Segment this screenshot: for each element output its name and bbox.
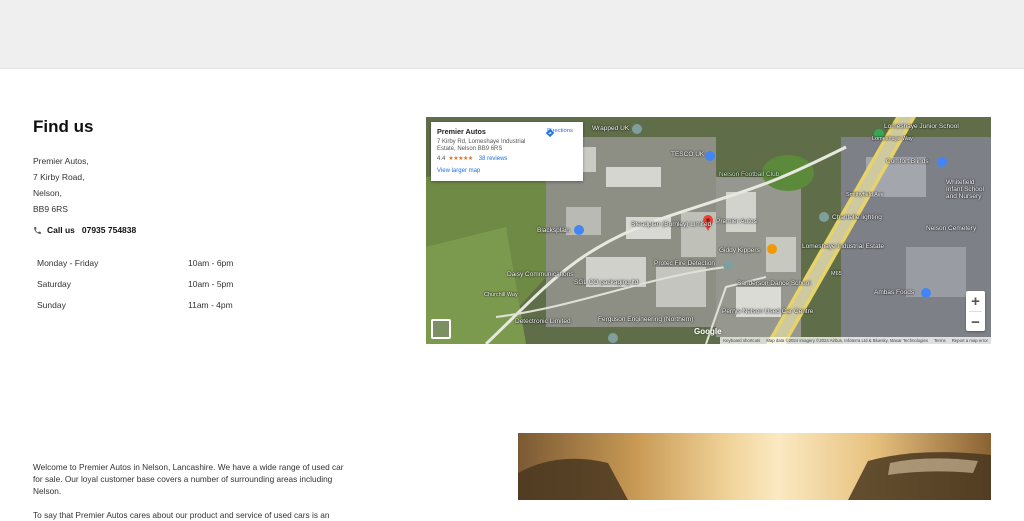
map-place-label[interactable]: Whitefield Infant School and Nursery bbox=[946, 179, 991, 200]
address-line: 7 Kirby Road, bbox=[33, 172, 85, 182]
reviews-link[interactable]: 38 reviews bbox=[479, 156, 508, 162]
phone-icon bbox=[34, 226, 41, 234]
address-line: Nelson, bbox=[33, 188, 62, 198]
zoom-out-button[interactable]: − bbox=[966, 312, 985, 332]
map-place-label[interactable]: Steadplan (Burnley) Limited bbox=[631, 221, 711, 228]
map-road-label: M65 bbox=[831, 271, 842, 277]
address-line: Premier Autos, bbox=[33, 156, 89, 166]
map-type-toggle[interactable] bbox=[431, 319, 451, 339]
hours-day: Sunday bbox=[37, 299, 66, 310]
address-block: Premier Autos, 7 Kirby Road, Nelson, BB9… bbox=[33, 153, 89, 217]
map-road-label: Lomeshaye Way bbox=[872, 136, 913, 142]
google-logo: Google bbox=[694, 327, 722, 336]
intro-text: Welcome to Premier Autos in Nelson, Lanc… bbox=[33, 461, 353, 521]
phone-number[interactable]: 07935 754838 bbox=[82, 225, 136, 235]
find-us-title: Find us bbox=[33, 117, 94, 136]
map-place-label[interactable]: Protec Fire Detection bbox=[654, 260, 715, 267]
map-place-label[interactable]: Detectronic Limited bbox=[515, 318, 571, 325]
map-place-label[interactable]: Premier Autos bbox=[716, 218, 757, 225]
hours-day: Monday - Friday bbox=[37, 257, 99, 268]
map-place-label[interactable]: Sanderson Dance School bbox=[737, 280, 811, 287]
intro-paragraph: To say that Premier Autos cares about ou… bbox=[33, 510, 330, 520]
place-rating: 4.4 ★★★★★ 38 reviews bbox=[437, 155, 577, 163]
keyboard-shortcuts-link[interactable]: Keyboard shortcuts bbox=[723, 338, 760, 343]
directions-icon bbox=[545, 128, 555, 138]
map-place-label[interactable]: Nelson Football Club bbox=[719, 171, 779, 178]
car-silhouettes bbox=[518, 452, 991, 500]
map-info-card: Premier Autos 7 Kirby Rd, Lomeshaye Indu… bbox=[431, 122, 583, 181]
map-road-label: Churchill Way bbox=[484, 292, 518, 298]
zoom-controls: + − bbox=[966, 291, 985, 331]
map-place-label[interactable]: Lomeshaye Junior School bbox=[884, 123, 959, 130]
intro-paragraph: Welcome to Premier Autos in Nelson, Lanc… bbox=[33, 462, 344, 496]
map-place-label[interactable]: TESCO UK bbox=[671, 151, 704, 158]
map-place-label[interactable]: SGL CO packaging ltd bbox=[574, 279, 638, 286]
report-error-link[interactable]: Report a map error bbox=[952, 338, 988, 343]
map-place-label[interactable]: Nelson Cemetery bbox=[926, 225, 976, 232]
map-place-label[interactable]: Chantelle lighting bbox=[832, 214, 882, 221]
hours-row: Monday - Friday 10am - 6pm bbox=[37, 252, 257, 273]
hours-time: 10am - 6pm bbox=[188, 257, 234, 268]
hours-time: 10am - 5pm bbox=[188, 278, 234, 289]
map-place-label[interactable]: Comfort Blinds bbox=[886, 158, 929, 165]
rating-value: 4.4 bbox=[437, 155, 446, 162]
map-road-label: Smithyfield Ave bbox=[846, 192, 884, 198]
header-band bbox=[0, 0, 1024, 69]
map-place-label[interactable]: Perrys Nelson Used Car Centre bbox=[722, 308, 813, 315]
map-place-label[interactable]: Daisy Communications bbox=[507, 271, 573, 278]
hours-day: Saturday bbox=[37, 278, 72, 289]
map-attribution: Keyboard shortcuts Map data ©2024 Imager… bbox=[720, 337, 991, 344]
map-place-label[interactable]: Wrapped UK bbox=[592, 125, 629, 132]
call-us-link[interactable]: Call us 07935 754838 bbox=[33, 225, 136, 235]
map-data-credit: Map data ©2024 Imagery ©2024 Airbus, Inf… bbox=[766, 338, 928, 343]
directions-button[interactable]: Directions bbox=[545, 128, 575, 138]
zoom-in-button[interactable]: + bbox=[966, 291, 985, 311]
hours-time: 11am - 4pm bbox=[188, 299, 233, 310]
map-place-label[interactable]: Lomeshaye Industrial Estate bbox=[802, 243, 884, 250]
star-rating-icon: ★★★★★ bbox=[448, 156, 473, 162]
view-larger-map-link[interactable]: View larger map bbox=[437, 168, 577, 174]
address-line: BB9 6RS bbox=[33, 204, 68, 214]
call-us-label: Call us bbox=[47, 225, 75, 235]
map-place-label[interactable]: Giddy Kippers bbox=[719, 247, 760, 254]
car-photo bbox=[518, 433, 991, 500]
map-place-label[interactable]: Ferguson Engineering (Northern) bbox=[598, 316, 693, 323]
opening-hours: Monday - Friday 10am - 6pm Saturday 10am… bbox=[37, 252, 257, 315]
map-place-label[interactable]: Ambas Foods bbox=[874, 289, 914, 296]
hours-row: Sunday 11am - 4pm bbox=[37, 294, 257, 315]
embedded-map[interactable]: Wrapped UK TESCO UK Nelson Football Club… bbox=[426, 117, 991, 344]
map-place-label[interactable]: Blacksplain bbox=[537, 227, 570, 234]
place-address: 7 Kirby Rd, Lomeshaye Industrial Estate,… bbox=[437, 139, 526, 152]
hours-row: Saturday 10am - 5pm bbox=[37, 273, 257, 294]
terms-link[interactable]: Terms bbox=[934, 338, 946, 343]
